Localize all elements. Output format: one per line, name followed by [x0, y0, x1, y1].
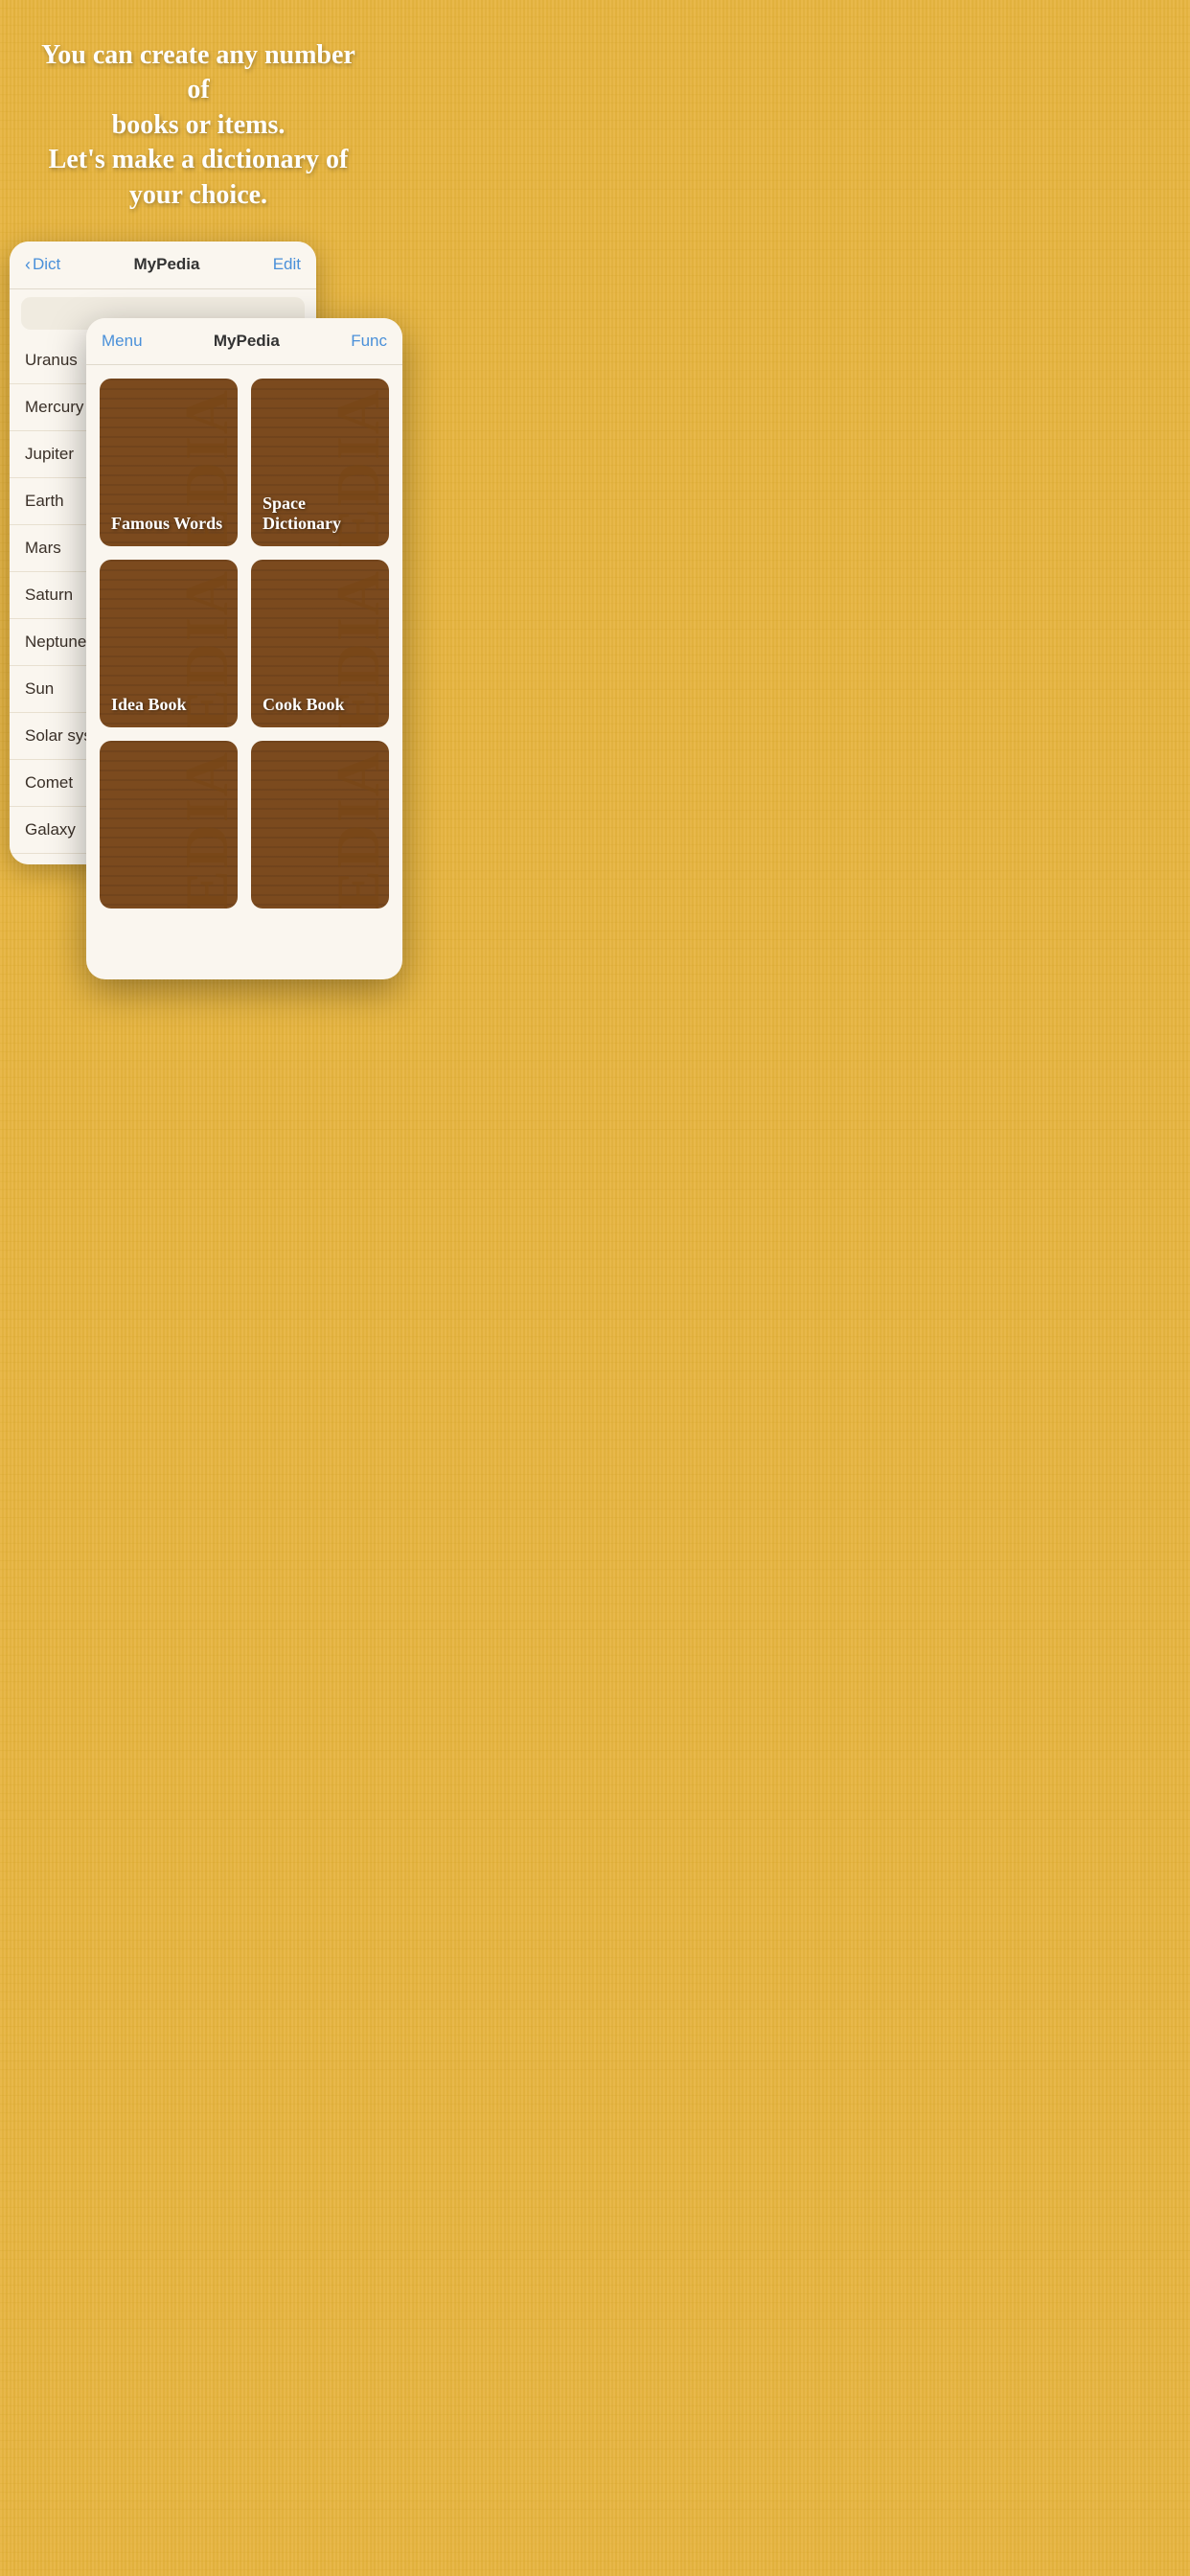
book-card-famous-words[interactable]: MYPEDIA Famous Words: [100, 379, 238, 546]
screens-container: ‹ Dict MyPedia Edit Uranus › Mercury Jup…: [10, 242, 387, 932]
hero-section: You can create any number of books or it…: [0, 0, 397, 242]
back-button[interactable]: ‹ Dict: [25, 255, 60, 275]
list-item-label: Galaxy: [25, 820, 76, 840]
book-card-idea-book[interactable]: MYPEDIA Idea Book: [100, 560, 238, 727]
hero-title: You can create any number of books or it…: [29, 38, 368, 213]
list-nav-title: MyPedia: [134, 255, 200, 274]
grid-nav-title: MyPedia: [214, 332, 280, 351]
book-title: Idea Book: [111, 695, 187, 716]
list-item-label: Sun: [25, 679, 54, 699]
edit-button[interactable]: Edit: [273, 255, 301, 274]
grid-screen: Menu MyPedia Func MYPEDIA Famous Words M…: [86, 318, 402, 979]
list-item-label: Jupiter: [25, 445, 74, 464]
book-watermark: MYPEDIA: [172, 750, 238, 908]
book-watermark: MYPEDIA: [323, 750, 389, 908]
book-card-cook-book[interactable]: MYPEDIA Cook Book: [251, 560, 389, 727]
list-item-label: Uranus: [25, 351, 78, 370]
menu-button[interactable]: Menu: [102, 332, 143, 351]
list-item-label: Comet: [25, 773, 73, 793]
list-item-label: Saturn: [25, 586, 73, 605]
func-button[interactable]: Func: [351, 332, 387, 351]
book-card-empty-2[interactable]: MYPEDIA: [251, 741, 389, 908]
list-item-label: Mars: [25, 539, 61, 558]
books-grid: MYPEDIA Famous Words MYPEDIA Space Dicti…: [86, 365, 402, 922]
book-title: Cook Book: [263, 695, 345, 716]
chevron-left-icon: ‹: [25, 255, 31, 275]
grid-nav-bar: Menu MyPedia Func: [86, 318, 402, 365]
list-item-label: Mercury: [25, 398, 83, 417]
list-nav-bar: ‹ Dict MyPedia Edit: [10, 242, 316, 289]
back-label: Dict: [33, 255, 60, 274]
book-title: Famous Words: [111, 514, 222, 535]
list-item-label: Neptune: [25, 632, 86, 652]
book-card-empty-1[interactable]: MYPEDIA: [100, 741, 238, 908]
book-card-space-dictionary[interactable]: MYPEDIA Space Dictionary: [251, 379, 389, 546]
book-title: Space Dictionary: [263, 494, 378, 535]
list-item-label: Earth: [25, 492, 64, 511]
